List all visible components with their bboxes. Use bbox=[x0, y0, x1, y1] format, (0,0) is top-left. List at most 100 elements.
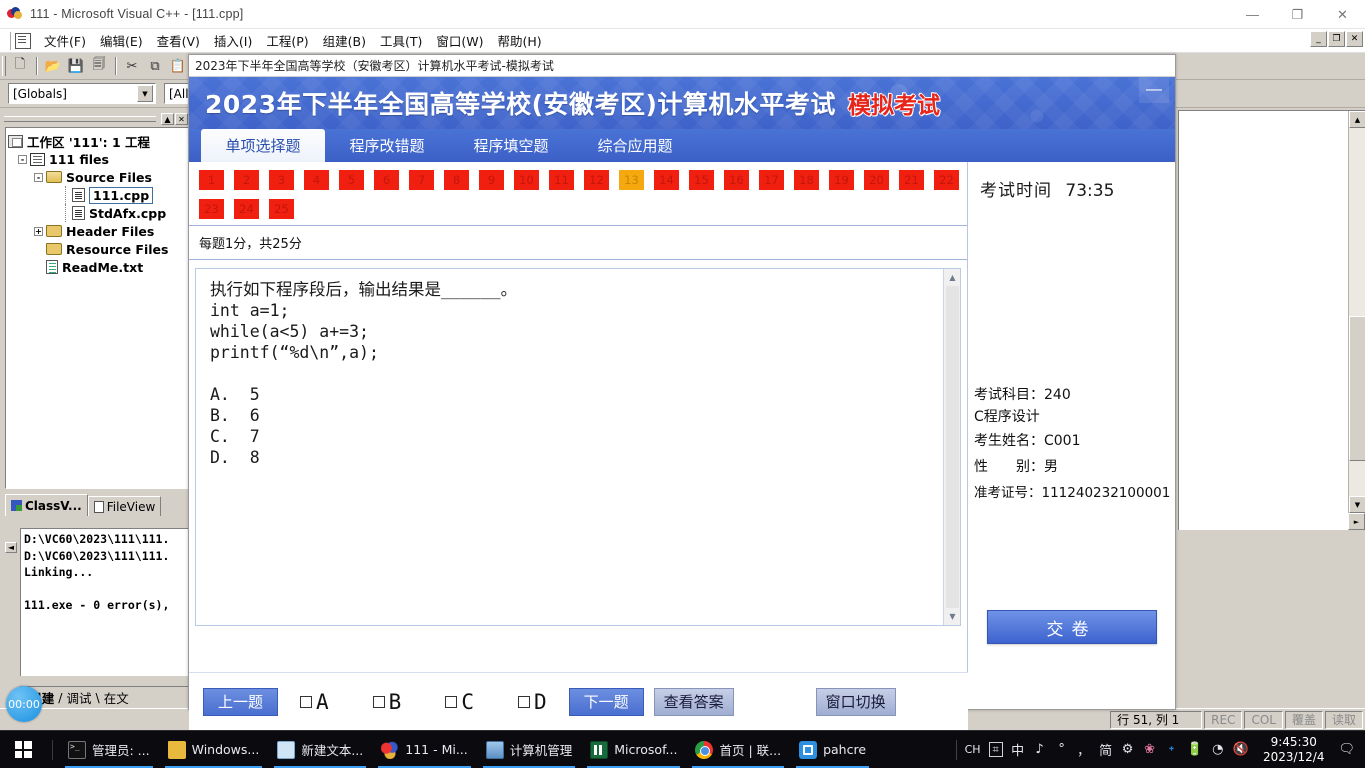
previous-question-button[interactable]: 上一题 bbox=[203, 687, 279, 716]
close-icon[interactable]: ✕ bbox=[1320, 0, 1365, 29]
checkbox-b[interactable] bbox=[372, 695, 385, 708]
project-tree[interactable]: 工作区 '111': 1 工程 - 111 files - Source Fil… bbox=[5, 127, 189, 489]
question-number-button[interactable]: 9 bbox=[479, 170, 504, 190]
taskbar-item-explorer[interactable]: Windows... bbox=[159, 733, 269, 768]
tree-item-111-cpp[interactable]: 111.cpp bbox=[8, 186, 186, 204]
question-number-button[interactable]: 11 bbox=[549, 170, 574, 190]
tab-comprehensive-application[interactable]: 综合应用题 bbox=[573, 129, 697, 162]
exam-minimize-button[interactable]: — bbox=[1139, 77, 1169, 103]
scrollbar-thumb[interactable] bbox=[1349, 316, 1365, 461]
scroll-up-icon[interactable]: ◄ bbox=[5, 542, 17, 553]
mdi-close-icon[interactable]: ✕ bbox=[1346, 31, 1363, 47]
question-number-button-current[interactable]: 13 bbox=[619, 170, 644, 190]
question-number-button[interactable]: 22 bbox=[934, 170, 959, 190]
pane-close-icon[interactable]: ✕ bbox=[175, 113, 188, 125]
question-number-button[interactable]: 23 bbox=[199, 199, 224, 219]
scroll-up-icon[interactable]: ▲ bbox=[944, 269, 960, 286]
globals-dropdown[interactable]: [Globals] ▼ bbox=[8, 83, 156, 104]
ime-simplified-icon[interactable]: 简 bbox=[1099, 740, 1113, 759]
tree-item-workspace[interactable]: 工作区 '111': 1 工程 bbox=[8, 132, 186, 150]
menu-insert[interactable]: 插入(I) bbox=[207, 29, 259, 52]
checkbox-c[interactable] bbox=[445, 695, 458, 708]
tab-program-correction[interactable]: 程序改错题 bbox=[325, 129, 449, 162]
question-number-button[interactable]: 21 bbox=[899, 170, 924, 190]
taskbar-item-pahcre[interactable]: pahcre bbox=[790, 733, 875, 768]
taskbar-item-notepad[interactable]: 新建文本... bbox=[268, 733, 372, 768]
scroll-right-icon[interactable]: ► bbox=[1348, 513, 1365, 530]
minimize-icon[interactable]: — bbox=[1230, 0, 1275, 29]
ime-tone-icon[interactable]: ♪ bbox=[1033, 742, 1047, 757]
scroll-down-icon[interactable]: ▼ bbox=[1349, 496, 1365, 513]
checkbox-a[interactable] bbox=[300, 695, 313, 708]
taskbar-item-chrome[interactable]: 首页 | 联... bbox=[686, 733, 790, 768]
tree-item-resource-files[interactable]: Resource Files bbox=[8, 240, 186, 258]
question-number-button[interactable]: 16 bbox=[724, 170, 749, 190]
question-number-button[interactable]: 14 bbox=[654, 170, 679, 190]
menu-tools[interactable]: 工具(T) bbox=[373, 29, 429, 52]
scrollbar-thumb[interactable] bbox=[946, 286, 959, 608]
question-number-button[interactable]: 20 bbox=[864, 170, 889, 190]
ime-settings-gear-icon[interactable]: ⚙ bbox=[1121, 742, 1135, 757]
tab-debug[interactable]: 调试 bbox=[63, 688, 94, 707]
ime-chinese-icon[interactable]: 中 bbox=[1011, 740, 1025, 759]
question-number-button[interactable]: 24 bbox=[234, 199, 259, 219]
maximize-icon[interactable]: ❐ bbox=[1275, 0, 1320, 29]
chevron-down-icon[interactable]: ▼ bbox=[137, 85, 153, 102]
wifi-icon[interactable]: ◔ bbox=[1211, 742, 1225, 757]
code-editor-area[interactable]: ▲ ▼ ► bbox=[1178, 110, 1365, 530]
question-number-button[interactable]: 17 bbox=[759, 170, 784, 190]
new-file-icon[interactable]: 🗋 bbox=[9, 56, 31, 77]
volume-mute-icon[interactable]: 🔇 bbox=[1233, 742, 1249, 757]
menu-project[interactable]: 工程(P) bbox=[259, 29, 315, 52]
ime-punctuation-icon[interactable]: ， bbox=[1077, 740, 1091, 759]
build-output-text[interactable]: D:\VC60\2023\111\111. D:\VC60\2023\111\1… bbox=[20, 528, 190, 676]
question-number-button[interactable]: 4 bbox=[304, 170, 329, 190]
menu-help[interactable]: 帮助(H) bbox=[491, 29, 549, 52]
sakura-icon[interactable]: ❀ bbox=[1143, 742, 1157, 757]
cut-icon[interactable]: ✂ bbox=[121, 56, 143, 77]
tree-item-stdafx-cpp[interactable]: StdAfx.cpp bbox=[8, 204, 186, 222]
question-number-button[interactable]: 19 bbox=[829, 170, 854, 190]
ime-degree-icon[interactable]: ° bbox=[1055, 742, 1069, 757]
question-number-button[interactable]: 12 bbox=[584, 170, 609, 190]
scroll-down-icon[interactable]: ▼ bbox=[944, 608, 960, 625]
question-number-button[interactable]: 7 bbox=[409, 170, 434, 190]
save-icon[interactable]: 💾 bbox=[65, 56, 87, 77]
tab-classview[interactable]: ClassV... bbox=[5, 494, 88, 516]
menu-edit[interactable]: 编辑(E) bbox=[93, 29, 150, 52]
taskbar-item-cmd[interactable]: 管理员: ... bbox=[59, 733, 159, 768]
question-number-button[interactable]: 6 bbox=[374, 170, 399, 190]
question-number-button[interactable]: 2 bbox=[234, 170, 259, 190]
menu-window[interactable]: 窗口(W) bbox=[429, 29, 490, 52]
pane-collapse-icon[interactable]: ▲ bbox=[161, 113, 174, 125]
tab-multiple-choice[interactable]: 单项选择题 bbox=[201, 129, 325, 162]
tree-item-header-files[interactable]: + Header Files bbox=[8, 222, 186, 240]
tab-findinfiles[interactable]: 在文 bbox=[101, 688, 132, 707]
copy-icon[interactable]: ⧉ bbox=[144, 56, 166, 77]
expand-toggle-icon[interactable]: + bbox=[34, 226, 43, 236]
question-number-button[interactable]: 15 bbox=[689, 170, 714, 190]
ime-keyboard-icon[interactable]: ⌗ bbox=[988, 742, 1003, 757]
tab-program-fill-blank[interactable]: 程序填空题 bbox=[449, 129, 573, 162]
menu-view[interactable]: 查看(V) bbox=[150, 29, 207, 52]
question-number-button[interactable]: 3 bbox=[269, 170, 294, 190]
question-number-button[interactable]: 10 bbox=[514, 170, 539, 190]
question-number-button[interactable]: 8 bbox=[444, 170, 469, 190]
option-c[interactable]: C bbox=[445, 690, 474, 714]
tab-fileview[interactable]: FileView bbox=[87, 496, 162, 516]
window-switch-button[interactable]: 窗口切换 bbox=[815, 687, 896, 716]
bluetooth-icon[interactable]: ᛭ bbox=[1165, 742, 1179, 757]
option-b[interactable]: B bbox=[372, 690, 401, 714]
open-folder-icon[interactable]: 📂 bbox=[42, 56, 64, 77]
ime-language-icon[interactable]: CH bbox=[965, 743, 981, 756]
question-number-button[interactable]: 5 bbox=[339, 170, 364, 190]
taskbar-clock[interactable]: 9:45:30 2023/12/4 bbox=[1257, 735, 1331, 765]
menu-file[interactable]: 文件(F) bbox=[37, 29, 93, 52]
submit-exam-button[interactable]: 交卷 bbox=[986, 610, 1157, 644]
taskbar-item-excel[interactable]: Microsof... bbox=[581, 733, 686, 768]
pane-drag-bar[interactable] bbox=[4, 116, 156, 122]
next-question-button[interactable]: 下一题 bbox=[568, 687, 644, 716]
option-d[interactable]: D bbox=[517, 690, 547, 714]
tree-item-source-files[interactable]: - Source Files bbox=[8, 168, 186, 186]
notification-icon[interactable]: 🗨 bbox=[1338, 742, 1355, 757]
